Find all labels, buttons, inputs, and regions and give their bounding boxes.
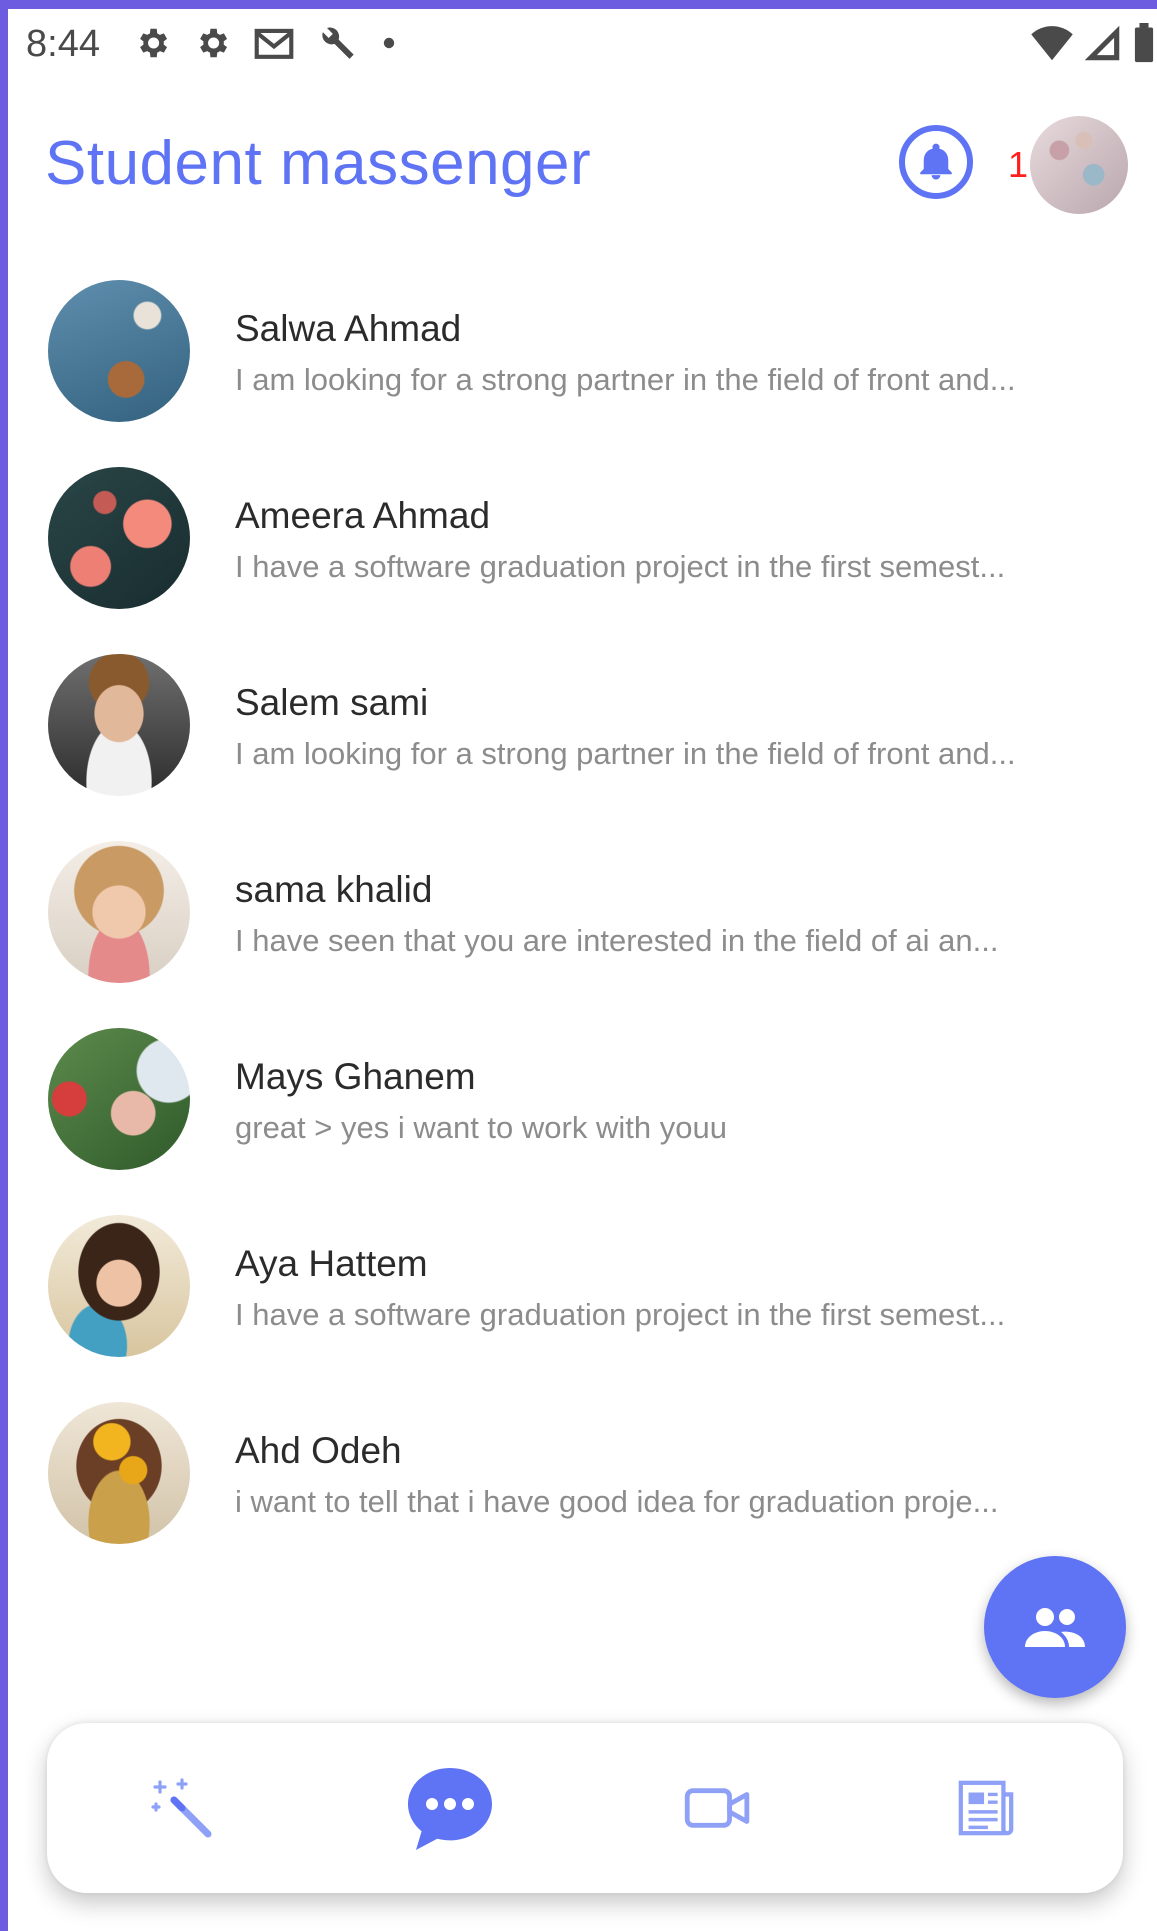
newspaper-icon [958, 1780, 1014, 1836]
contact-name: Ameera Ahmad [235, 495, 491, 536]
avatar [48, 654, 190, 796]
contact-name: Salem sami [235, 682, 429, 723]
chat-bubble-icon [408, 1768, 492, 1850]
battery-icon [1134, 23, 1154, 63]
contact-name: Mays Ghanem [235, 1056, 476, 1097]
nav-chats[interactable] [400, 1758, 500, 1858]
notifications-button[interactable] [899, 125, 973, 199]
message-preview: I am looking for a strong partner in the… [235, 362, 1016, 397]
gmail-icon [254, 28, 294, 59]
avatar [48, 280, 190, 422]
chat-item[interactable]: Salem sami I am looking for a strong par… [0, 652, 1157, 802]
avatar [48, 1402, 190, 1544]
contact-name: Ahd Odeh [235, 1430, 402, 1471]
avatar [48, 467, 190, 609]
chat-item[interactable]: Ahd Odeh i want to tell that i have good… [0, 1400, 1157, 1550]
profile-avatar[interactable] [1030, 116, 1128, 214]
group-icon [1025, 1608, 1085, 1647]
chat-item[interactable]: sama khalid I have seen that you are int… [0, 839, 1157, 989]
message-preview: I have a software graduation project in … [235, 1297, 1006, 1332]
chat-item[interactable]: Ameera Ahmad I have a software graduatio… [0, 465, 1157, 615]
wifi-icon [1031, 26, 1073, 61]
nav-video[interactable] [668, 1758, 768, 1858]
magic-wand-icon [151, 1778, 212, 1838]
dot-icon [383, 37, 395, 49]
status-time: 8:44 [26, 23, 100, 65]
notification-count: 1 [1008, 144, 1029, 185]
new-group-button[interactable] [984, 1556, 1126, 1698]
message-preview: i want to tell that i have good idea for… [235, 1484, 999, 1519]
wrench-icon [322, 27, 354, 59]
page-title: Student massenger [45, 129, 592, 198]
contact-name: sama khalid [235, 869, 433, 910]
message-preview: I have seen that you are interested in t… [235, 923, 999, 958]
chat-item[interactable]: Aya Hattem I have a software graduation … [0, 1213, 1157, 1363]
avatar [48, 841, 190, 983]
bell-icon [920, 143, 952, 180]
chat-item[interactable]: Salwa Ahmad I am looking for a strong pa… [0, 278, 1157, 428]
signal-icon [1084, 25, 1120, 61]
settings-icon [200, 28, 228, 58]
settings-icon [140, 28, 168, 58]
contact-name: Aya Hattem [235, 1243, 428, 1284]
nav-news[interactable] [936, 1758, 1036, 1858]
message-preview: I have a software graduation project in … [235, 549, 1006, 584]
nav-magic[interactable] [132, 1758, 232, 1858]
avatar [48, 1028, 190, 1170]
chat-item[interactable]: Mays Ghanem great > yes i want to work w… [0, 1026, 1157, 1176]
message-preview: I am looking for a strong partner in the… [235, 736, 1016, 771]
bottom-navigation [47, 1723, 1123, 1893]
video-camera-icon [684, 1788, 750, 1828]
status-bar: 8:44 [8, 9, 1157, 81]
avatar [48, 1215, 190, 1357]
message-preview: great > yes i want to work with youu [235, 1110, 727, 1145]
contact-name: Salwa Ahmad [235, 308, 462, 349]
